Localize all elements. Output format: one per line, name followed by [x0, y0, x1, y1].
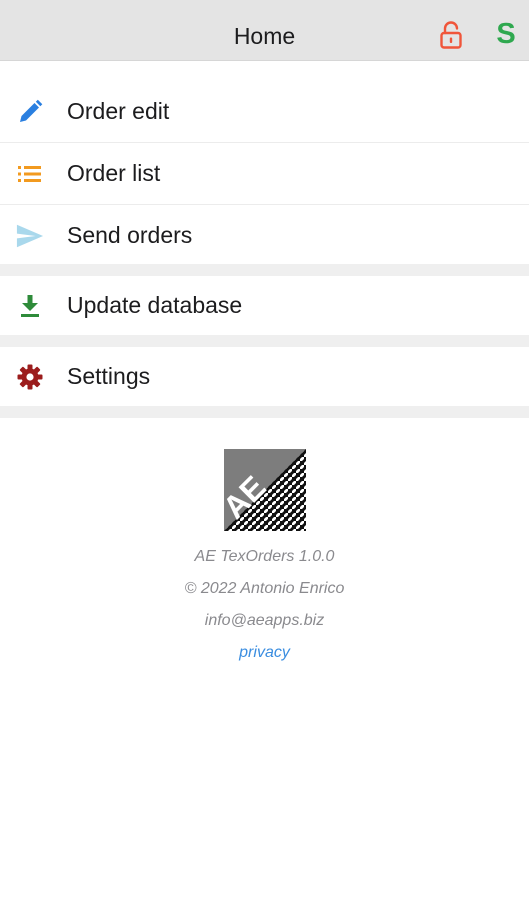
menu-item-label: Update database [67, 292, 243, 318]
gear-icon [16, 363, 44, 391]
group-separator [0, 264, 529, 276]
sync-status-button[interactable]: S [490, 16, 522, 52]
group-separator [0, 406, 529, 418]
menu-group-database: Update database [0, 276, 529, 335]
menu-group-settings: Settings [0, 347, 529, 406]
menu-item-order-edit[interactable]: Order edit [0, 81, 529, 143]
app-version: AE TexOrders 1.0.0 [194, 548, 335, 565]
menu-item-label: Settings [67, 363, 151, 389]
lock-button[interactable] [436, 20, 466, 50]
list-icon [16, 160, 44, 188]
app-logo: AE [224, 449, 306, 531]
menu-item-update-database[interactable]: Update database [0, 276, 529, 335]
menu-group-orders: Order edit Order list Send orders [0, 81, 529, 266]
group-separator [0, 335, 529, 347]
menu-item-label: Order list [67, 160, 161, 186]
download-icon [16, 292, 44, 320]
top-gap [0, 61, 529, 81]
menu-item-order-list[interactable]: Order list [0, 143, 529, 205]
menu-item-label: Send orders [67, 222, 193, 248]
menu-item-label: Order edit [67, 98, 170, 124]
contact-email: info@aeapps.biz [204, 612, 325, 629]
nav-header: Home S [0, 0, 529, 61]
menu-item-send-orders[interactable]: Send orders [0, 205, 529, 266]
pencil-icon [16, 98, 44, 126]
menu-item-settings[interactable]: Settings [0, 347, 529, 406]
privacy-link[interactable]: privacy [0, 642, 529, 664]
unlocked-padlock-icon [440, 21, 462, 49]
send-icon [16, 222, 44, 250]
copyright: © 2022 Antonio Enrico [184, 580, 345, 597]
